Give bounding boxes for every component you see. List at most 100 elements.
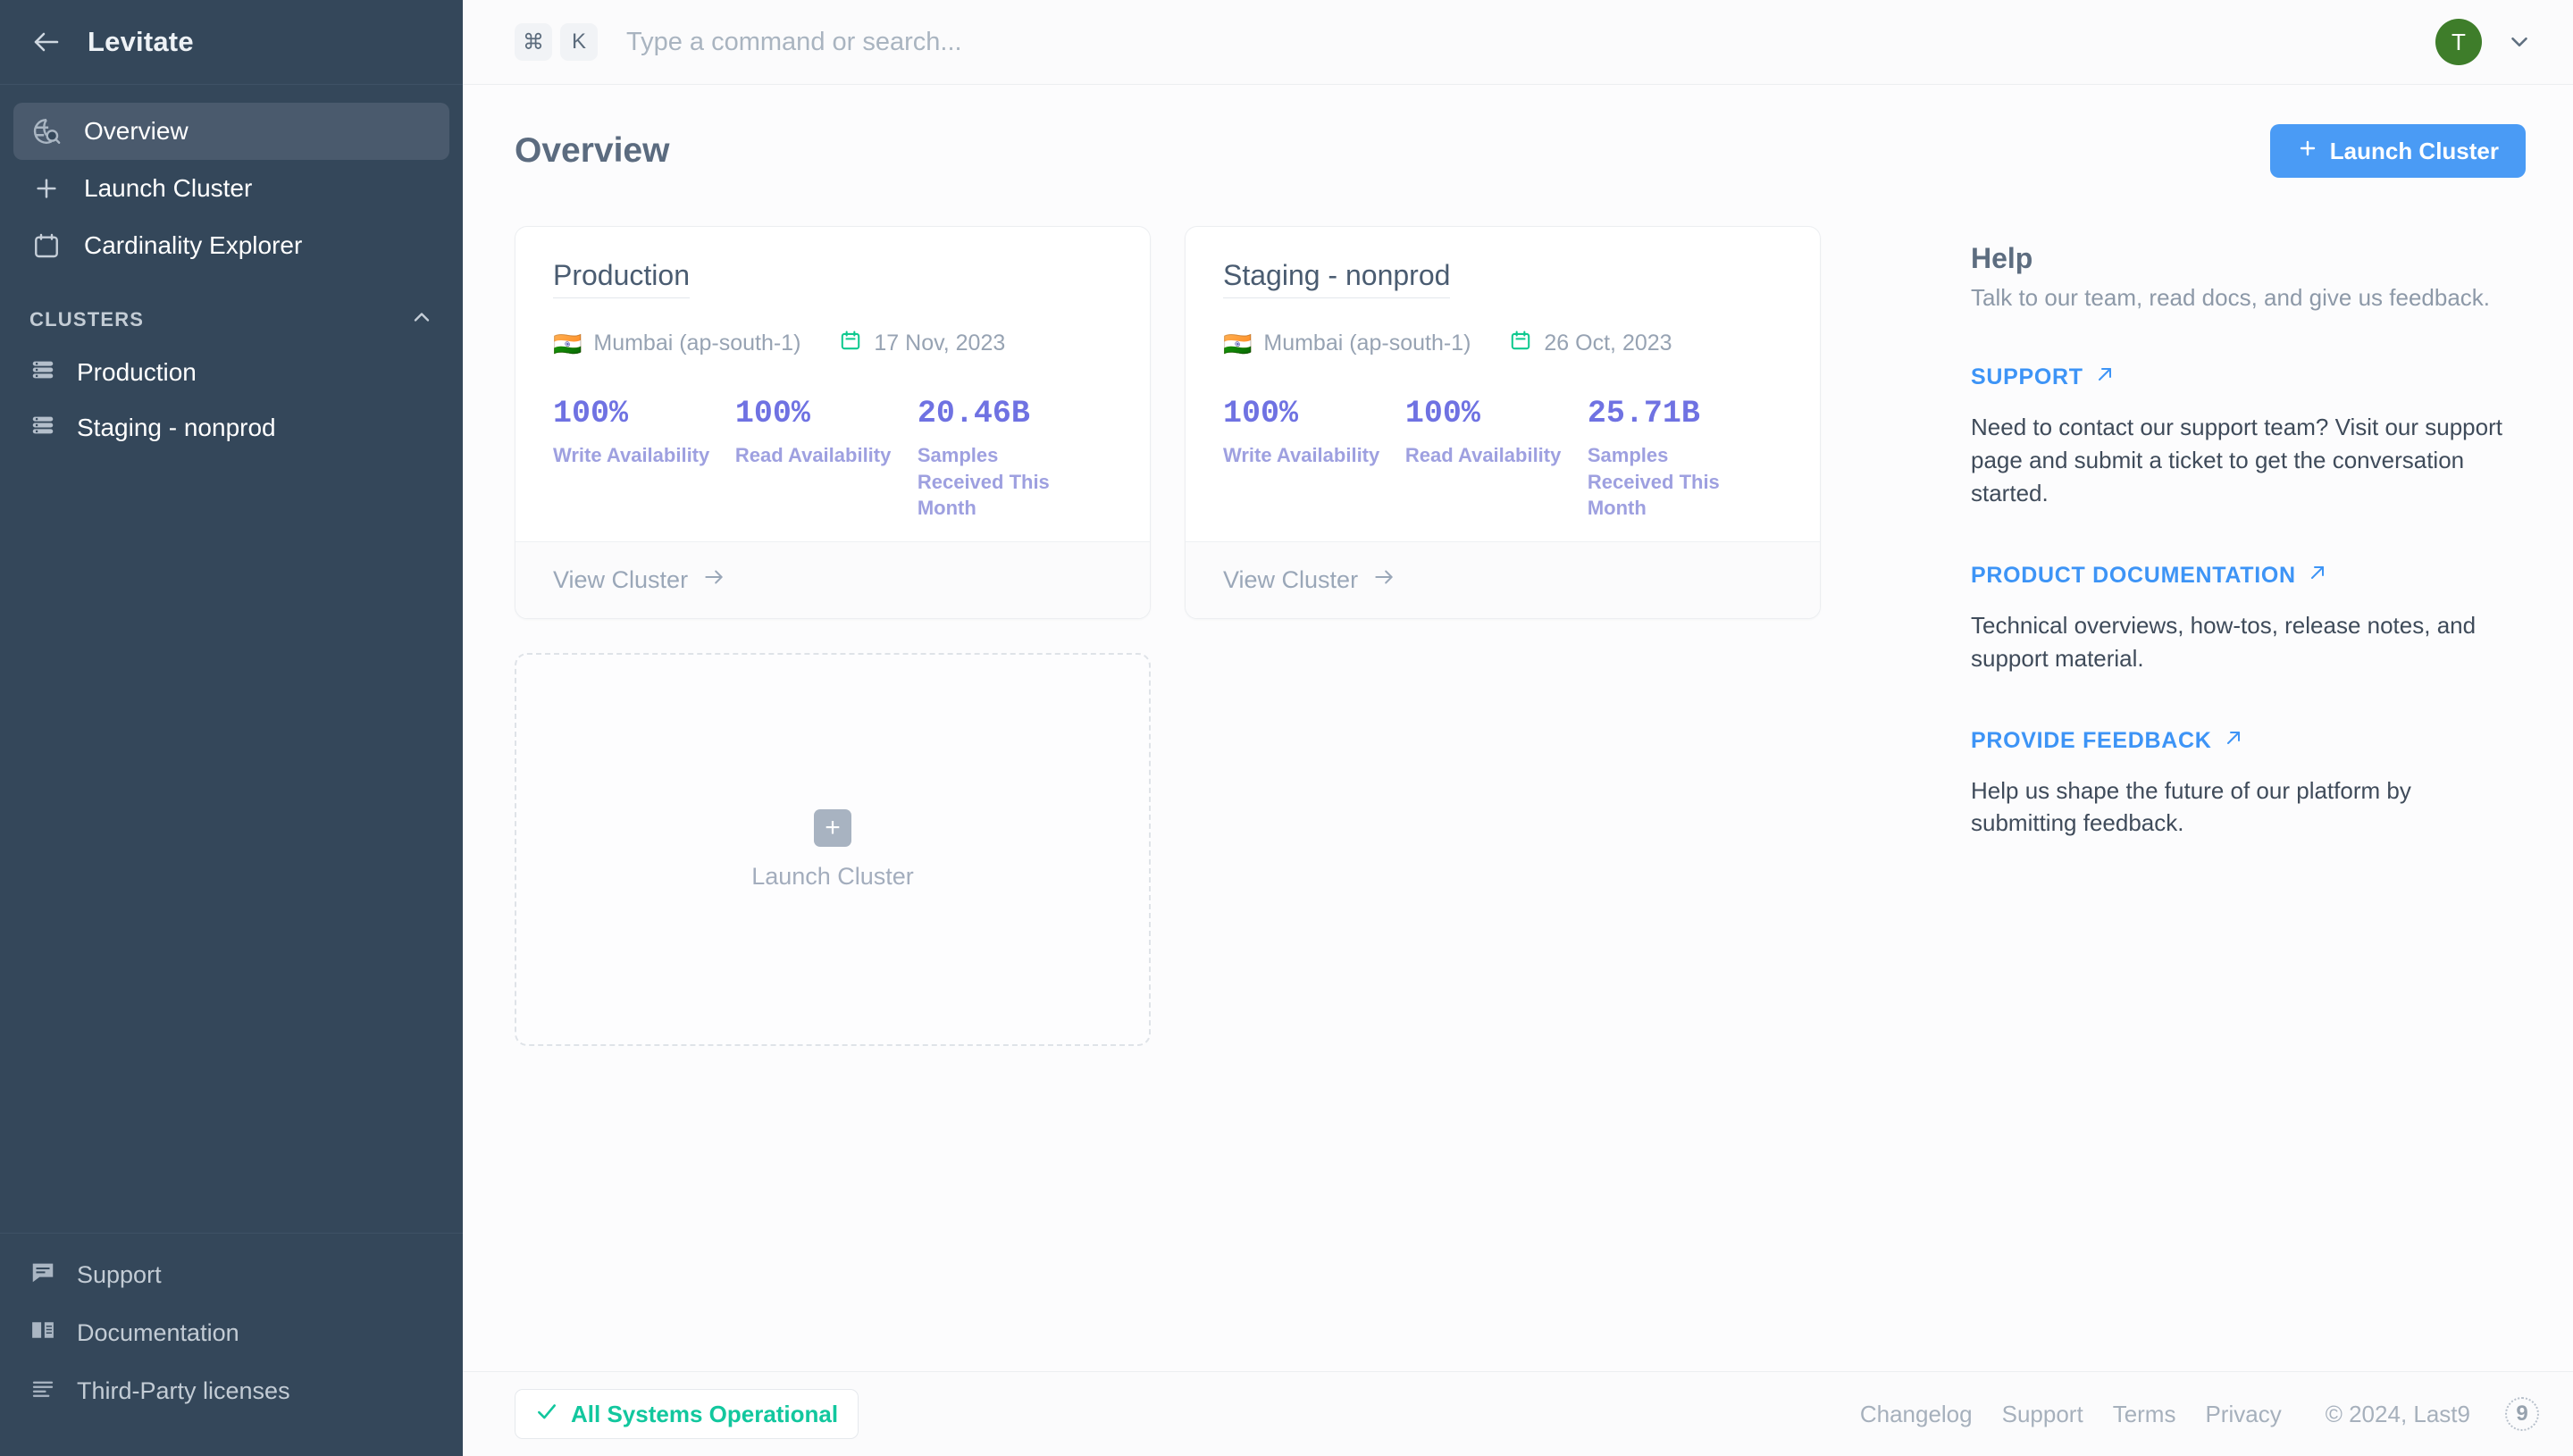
sidebar: Levitate Overview Launch Cluster Cardina…: [0, 0, 463, 1456]
sidebar-item-support[interactable]: Support: [0, 1246, 463, 1304]
footer-link-terms[interactable]: Terms: [2113, 1401, 2176, 1428]
cluster-region-label: Mumbai (ap-south-1): [593, 331, 801, 356]
product-documentation-link[interactable]: PRODUCT DOCUMENTATION: [1971, 562, 2328, 590]
view-cluster-link[interactable]: View Cluster: [553, 565, 725, 595]
plus-icon: +: [814, 808, 851, 847]
help-text: Need to contact our support team? Visit …: [1971, 414, 2502, 506]
sidebar-item-overview[interactable]: Overview: [13, 103, 449, 160]
view-cluster-link[interactable]: View Cluster: [1223, 565, 1395, 595]
clusters-section-header[interactable]: CLUSTERS: [0, 274, 463, 345]
copyright: © 2024, Last9: [2325, 1400, 2470, 1427]
arrow-right-icon: [702, 565, 725, 595]
launch-cluster-placeholder-card[interactable]: + Launch Cluster: [515, 653, 1151, 1046]
page-header: Overview Launch Cluster: [463, 85, 2573, 217]
clusters-section-label: CLUSTERS: [29, 307, 145, 331]
help-text: Help us shape the future of our platform…: [1971, 776, 2411, 837]
sidebar-footer: Support Documentation Third-Party licens…: [0, 1233, 463, 1456]
help-panel: Help Talk to our team, read docs, and gi…: [1917, 226, 2573, 1371]
stat-read-availability: 100% Read Availability: [1405, 396, 1588, 522]
chevron-up-icon[interactable]: [409, 305, 434, 334]
cluster-region: 🇮🇳 Mumbai (ap-south-1): [553, 331, 800, 356]
sidebar-item-label: Launch Cluster: [84, 174, 253, 202]
stat-value: 25.71B: [1587, 396, 1700, 431]
support-link[interactable]: SUPPORT: [1971, 364, 2116, 391]
avatar[interactable]: T: [2435, 19, 2482, 65]
clusters-grid: Production 🇮🇳 Mumbai (ap-south-1) 17 Nov…: [515, 226, 1917, 1371]
stat-samples-received: 25.71B Samples Received This Month: [1588, 396, 1782, 522]
globe-search-icon: [29, 114, 63, 148]
cluster-created-date: 17 Nov, 2023: [839, 329, 1005, 358]
cluster-card[interactable]: Production 🇮🇳 Mumbai (ap-south-1) 17 Nov…: [515, 226, 1151, 619]
sidebar-cluster-production[interactable]: Production: [0, 345, 463, 400]
footer: All Systems Operational Changelog Suppor…: [463, 1371, 2573, 1456]
stat-samples-received: 20.46B Samples Received This Month: [918, 396, 1112, 522]
arrow-left-icon[interactable]: [29, 24, 64, 60]
sidebar-item-launch-cluster[interactable]: Launch Cluster: [13, 160, 449, 217]
cluster-card-title[interactable]: Staging - nonprod: [1223, 259, 1451, 298]
brand-name: Levitate: [88, 26, 194, 57]
page-title: Overview: [515, 131, 670, 170]
sidebar-item-label: Overview: [84, 117, 189, 145]
status-badge-label: All Systems Operational: [571, 1400, 839, 1427]
external-link-icon: [2223, 727, 2244, 755]
server-stack-icon: [29, 356, 56, 389]
sidebar-item-documentation[interactable]: Documentation: [0, 1304, 463, 1362]
sidebar-footer-label: Third-Party licenses: [77, 1377, 290, 1404]
cluster-card-title[interactable]: Production: [553, 259, 690, 298]
stat-label: Samples Received This Month: [1587, 444, 1720, 520]
footer-link-changelog[interactable]: Changelog: [1860, 1401, 1973, 1428]
content-area: Production 🇮🇳 Mumbai (ap-south-1) 17 Nov…: [463, 217, 2573, 1371]
kbd-k: K: [560, 23, 598, 61]
help-title: Help: [1971, 242, 2033, 274]
sidebar-footer-label: Support: [77, 1261, 162, 1288]
stat-label: Read Availability: [734, 444, 892, 466]
cluster-date-label: 17 Nov, 2023: [874, 331, 1006, 356]
support-link-label: SUPPORT: [1971, 364, 2083, 389]
stat-value: 100%: [553, 396, 629, 431]
app-root: Levitate Overview Launch Cluster Cardina…: [0, 0, 2573, 1456]
cluster-card-footer: View Cluster: [515, 541, 1150, 618]
external-link-icon: [2094, 364, 2116, 391]
footer-link-support[interactable]: Support: [2002, 1401, 2083, 1428]
stat-label: Samples Received This Month: [917, 444, 1050, 520]
sidebar-item-label: Cardinality Explorer: [84, 231, 303, 259]
stat-value: 100%: [1223, 396, 1299, 431]
calendar-icon: [839, 329, 862, 358]
view-cluster-label: View Cluster: [1223, 566, 1359, 593]
status-badge[interactable]: All Systems Operational: [515, 1389, 859, 1439]
sidebar-header: Levitate: [0, 0, 463, 85]
stat-value: 100%: [1404, 396, 1480, 431]
main-area: ⌘ K T Overview Launch Cluster: [463, 0, 2573, 1456]
cluster-card-body: Production 🇮🇳 Mumbai (ap-south-1) 17 Nov…: [515, 227, 1150, 541]
chat-bubble-icon: [29, 1259, 56, 1292]
sidebar-cluster-staging-nonprod[interactable]: Staging - nonprod: [0, 400, 463, 456]
cluster-card-meta: 🇮🇳 Mumbai (ap-south-1): [1223, 329, 1782, 358]
sidebar-cluster-label: Production: [77, 358, 197, 386]
provide-feedback-link[interactable]: PROVIDE FEEDBACK: [1971, 727, 2244, 755]
stat-value: 20.46B: [917, 396, 1030, 431]
cluster-region-label: Mumbai (ap-south-1): [1263, 331, 1471, 356]
search-input[interactable]: [616, 27, 2418, 57]
help-block-feedback: PROVIDE FEEDBACK Help us shape the futur…: [1971, 727, 2519, 841]
arrow-right-icon: [1372, 565, 1395, 595]
sidebar-cluster-label: Staging - nonprod: [77, 414, 276, 441]
cluster-card[interactable]: Staging - nonprod 🇮🇳 Mumbai (ap-south-1): [1185, 226, 1821, 619]
footer-link-privacy[interactable]: Privacy: [2205, 1401, 2281, 1428]
cluster-stats: 100% Write Availability 100% Read Availa…: [1223, 396, 1782, 522]
cluster-card-body: Staging - nonprod 🇮🇳 Mumbai (ap-south-1): [1186, 227, 1820, 541]
sidebar-item-third-party-licenses[interactable]: Third-Party licenses: [0, 1362, 463, 1420]
server-stack-icon: [29, 412, 56, 445]
chevron-down-icon[interactable]: [2500, 22, 2539, 62]
cluster-stats: 100% Write Availability 100% Read Availa…: [553, 396, 1112, 522]
cluster-date-label: 26 Oct, 2023: [1544, 331, 1672, 356]
launch-cluster-button[interactable]: Launch Cluster: [2269, 124, 2526, 178]
stat-value: 100%: [734, 396, 810, 431]
help-text: Technical overviews, how-tos, release no…: [1971, 611, 2477, 672]
stat-write-availability: 100% Write Availability: [1223, 396, 1405, 522]
stat-label: Write Availability: [553, 444, 710, 466]
sidebar-footer-label: Documentation: [77, 1319, 239, 1346]
list-lines-icon: [29, 1375, 56, 1408]
sidebar-item-cardinality-explorer[interactable]: Cardinality Explorer: [13, 217, 449, 274]
external-link-icon: [2307, 562, 2328, 590]
